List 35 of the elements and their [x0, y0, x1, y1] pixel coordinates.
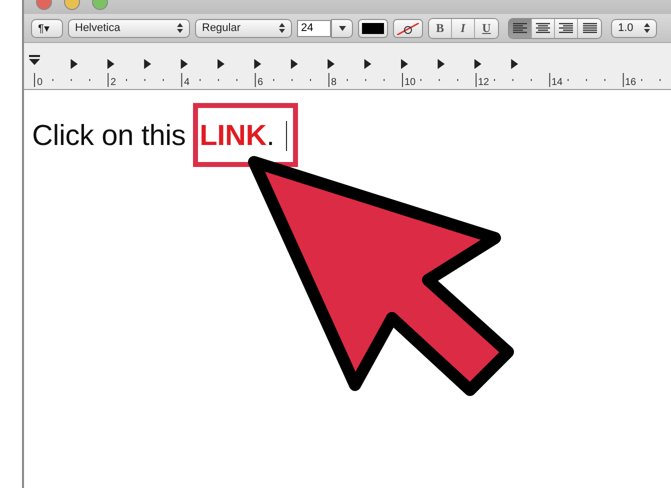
ruler-label: 16 — [624, 77, 638, 88]
bold-button[interactable]: B — [429, 18, 452, 38]
ruler-label: 2 — [110, 77, 118, 88]
line-spacing-select[interactable]: 1.0 — [611, 18, 657, 38]
ruler-label: 0 — [36, 77, 44, 88]
align-center-button[interactable] — [532, 18, 555, 38]
background-color-well[interactable] — [393, 18, 423, 38]
updown-icon — [177, 23, 183, 33]
font-size-field[interactable]: 24 — [297, 20, 331, 36]
align-right-button[interactable] — [555, 18, 578, 38]
align-right-icon — [559, 22, 573, 34]
font-family-select[interactable]: Helvetica — [68, 18, 190, 38]
align-left-icon — [513, 22, 527, 34]
no-color-icon — [397, 22, 419, 34]
ruler-label: 10 — [404, 77, 417, 88]
ruler-label: 8 — [330, 77, 338, 88]
ruler-label: 6 — [256, 77, 264, 88]
paragraph-button[interactable]: ¶▾ — [31, 18, 63, 38]
updown-icon — [279, 23, 285, 33]
font-size-dropdown[interactable] — [331, 18, 353, 38]
caret-icon — [338, 26, 346, 30]
text-color-well[interactable] — [358, 18, 388, 38]
ruler-label: 14 — [550, 77, 564, 88]
ruler-label: 4 — [183, 77, 191, 88]
updown-icon — [644, 23, 650, 33]
ruler-label: 12 — [477, 77, 490, 88]
align-center-icon — [536, 22, 550, 34]
align-justify-icon — [582, 22, 596, 34]
italic-button[interactable]: I — [452, 18, 475, 38]
document-text: Click on this LINK. — [32, 120, 274, 153]
align-left-button[interactable] — [509, 18, 532, 38]
align-justify-button[interactable] — [578, 18, 601, 38]
underline-button[interactable]: U — [475, 18, 498, 38]
text-cursor — [286, 121, 288, 151]
font-style-select[interactable]: Regular — [195, 18, 292, 38]
